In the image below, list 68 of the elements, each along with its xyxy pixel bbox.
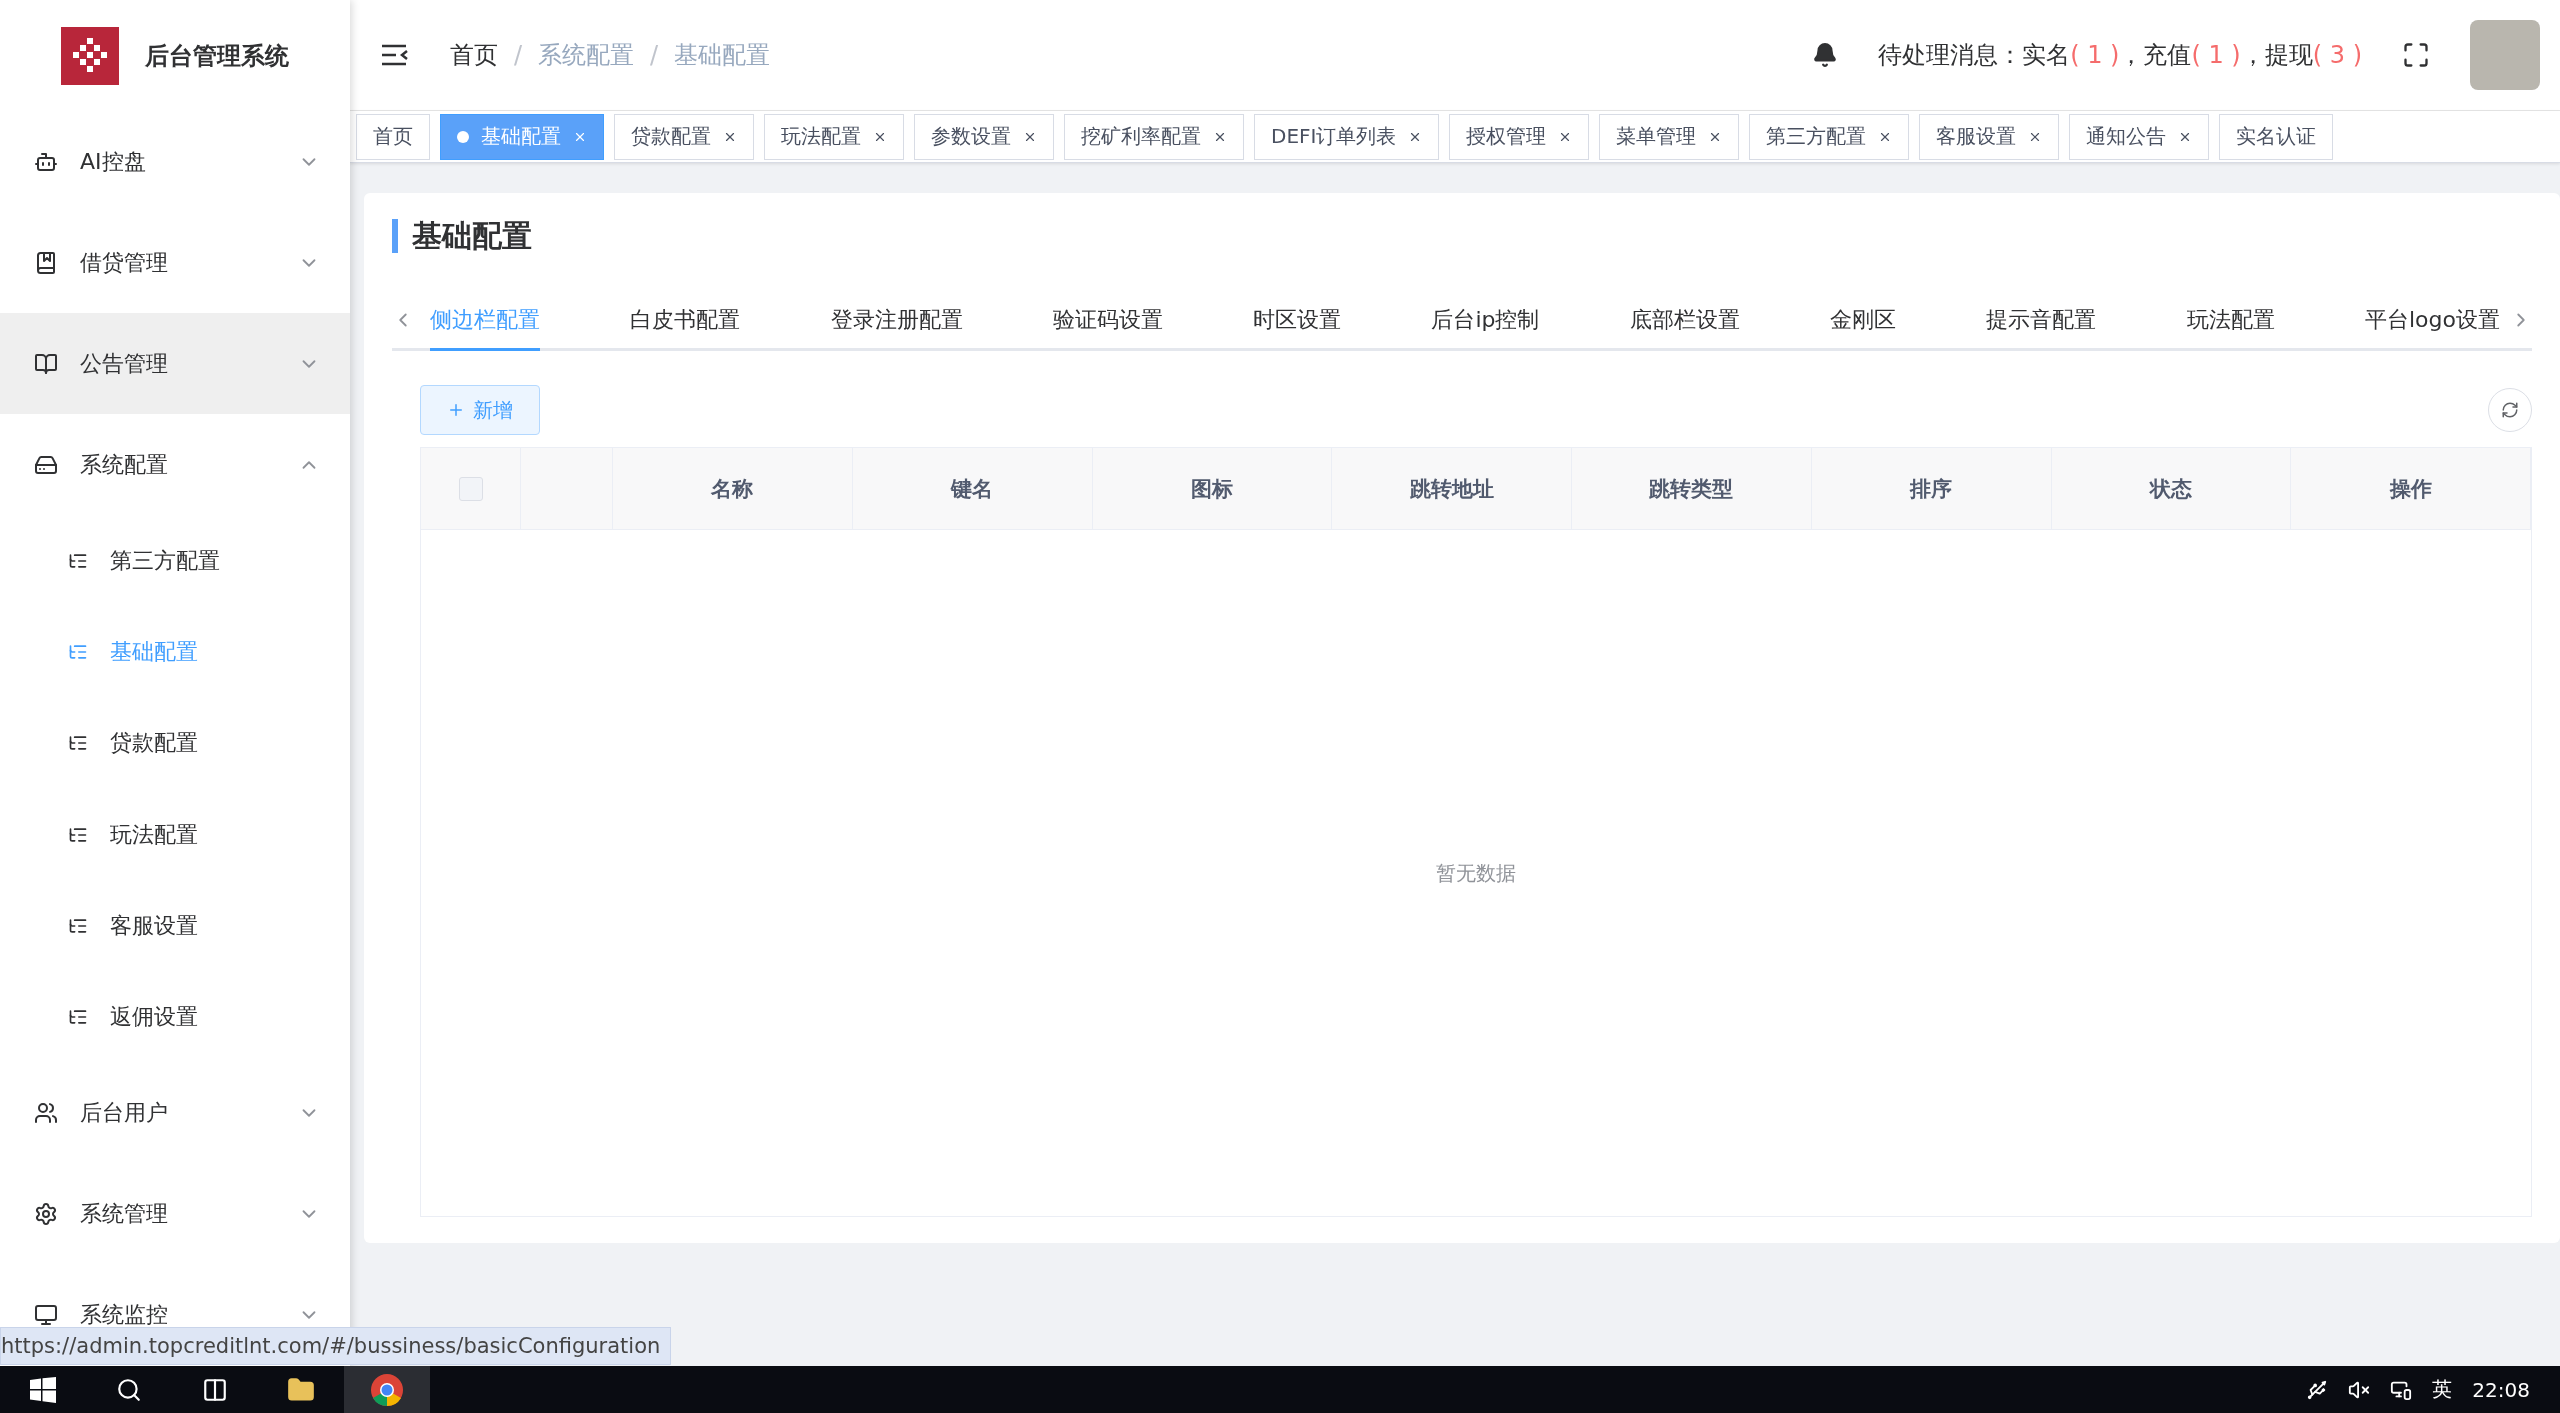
tag[interactable]: 参数设置 — [914, 113, 1054, 160]
column-header: 状态 — [2051, 448, 2292, 529]
breadcrumb-item[interactable]: 首页 — [450, 39, 498, 71]
tab[interactable]: 时区设置 — [1253, 291, 1342, 351]
search-icon — [116, 1376, 142, 1403]
breadcrumb-separator: / — [650, 41, 659, 69]
usb-icon[interactable] — [2306, 1378, 2329, 1401]
dot-icon — [457, 130, 469, 143]
tab[interactable]: 提示音配置 — [1986, 291, 2097, 351]
clock[interactable]: 22:08 — [2472, 1377, 2530, 1402]
tab[interactable]: 白皮书配置 — [630, 291, 741, 351]
tag[interactable]: 第三方配置 — [1749, 113, 1910, 160]
menu-item[interactable]: 借贷管理 — [0, 212, 350, 314]
menu-item[interactable]: 后台用户 — [0, 1062, 350, 1164]
status-url: https://admin.topcreditlnt.com/#/bussiness/basicConfiguration — [0, 1327, 672, 1365]
column-header: 图标 — [1092, 448, 1333, 529]
plus-icon — [447, 401, 465, 419]
empty-text: 暂无数据 — [1436, 859, 1516, 887]
column-header: 排序 — [1811, 448, 2052, 529]
column-header: 操作 — [2291, 448, 2531, 529]
pending-messages[interactable]: 待处理消息：实名( 1 )，充值( 1 )，提现( 3 ) — [1878, 39, 2362, 71]
breadcrumb-item: 基础配置 — [674, 40, 771, 71]
browser-icon — [370, 1372, 404, 1407]
app-title: 后台管理系统 — [145, 40, 289, 72]
fullscreen-icon[interactable] — [2402, 41, 2430, 69]
breadcrumb-separator: / — [514, 41, 523, 69]
tag[interactable]: 实名认证 — [2219, 113, 2334, 160]
menu-item[interactable]: 系统管理 — [0, 1163, 350, 1265]
column-header: 键名 — [852, 448, 1093, 529]
select-all-checkbox[interactable] — [458, 476, 483, 501]
tab[interactable]: 底部栏设置 — [1629, 291, 1740, 351]
column-header: 名称 — [613, 448, 853, 529]
page-title: 基础配置 — [392, 219, 2532, 253]
tag[interactable]: 授权管理 — [1449, 113, 1590, 160]
menu-item[interactable]: AI控盘 — [0, 111, 350, 213]
tag[interactable]: 菜单管理 — [1599, 113, 1740, 160]
tag[interactable]: 贷款配置 — [614, 113, 754, 160]
windows-logo-icon — [30, 1376, 56, 1403]
logo-icon — [61, 26, 119, 85]
column-header: 跳转地址 — [1332, 448, 1572, 529]
browser-button[interactable] — [344, 1366, 430, 1413]
submenu-item[interactable]: 返佣设置 — [0, 971, 350, 1063]
input-language[interactable]: 英 — [2432, 1376, 2453, 1403]
tab[interactable]: 金刚区 — [1830, 291, 1897, 351]
tab[interactable]: 后台ip控制 — [1431, 291, 1540, 351]
tab[interactable]: 玩法配置 — [2186, 291, 2275, 351]
refresh-icon — [2501, 401, 2519, 419]
tag[interactable]: 客服设置 — [1919, 113, 2060, 160]
tag[interactable]: DEFI订单列表 — [1254, 113, 1440, 160]
tag[interactable]: 通知公告 — [2069, 113, 2210, 160]
menu-item[interactable]: 系统配置 — [0, 414, 350, 516]
refresh-button[interactable] — [2488, 388, 2532, 432]
tag[interactable]: 玩法配置 — [764, 113, 904, 160]
menu-toggle-icon[interactable] — [380, 43, 410, 67]
submenu-item[interactable]: 第三方配置 — [0, 515, 350, 607]
tab[interactable]: 验证码设置 — [1052, 291, 1163, 351]
menu-item[interactable]: 公告管理 — [0, 313, 350, 415]
submenu-item[interactable]: 客服设置 — [0, 880, 350, 972]
tag[interactable]: 首页 — [356, 113, 430, 160]
tab[interactable]: 登录注册配置 — [830, 291, 963, 351]
submenu-item[interactable]: 贷款配置 — [0, 697, 350, 790]
submenu-item[interactable]: 玩法配置 — [0, 789, 350, 881]
task-view-icon — [202, 1376, 228, 1403]
bell-icon[interactable] — [1812, 42, 1839, 68]
column-header: 跳转类型 — [1572, 448, 1812, 529]
tab[interactable]: 平台logo设置 — [2364, 291, 2500, 351]
tag[interactable]: 挖矿利率配置 — [1064, 113, 1244, 160]
folder-icon — [287, 1375, 315, 1404]
